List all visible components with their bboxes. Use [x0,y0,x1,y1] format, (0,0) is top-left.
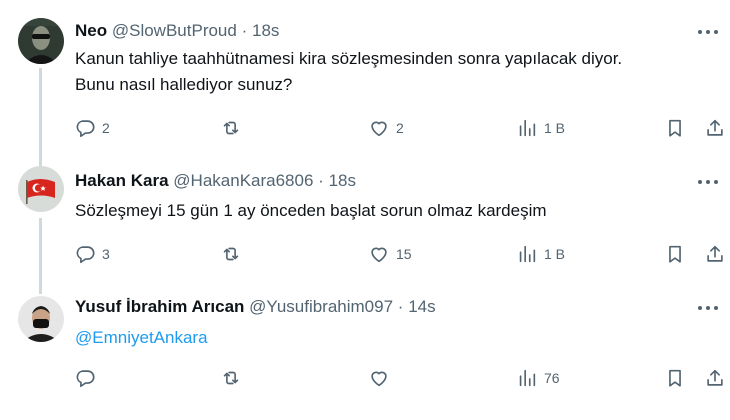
like-button[interactable]: 15 [368,242,412,266]
tweet-text: Kanun tahliye taahhütnamesi kira sözleşm… [75,46,715,98]
separator-dot: · [397,297,404,316]
like-button[interactable]: 2 [368,116,404,140]
bookmark-button[interactable] [664,242,686,266]
tweet-text-line: Sözleşmeyi 15 gün 1 ay önceden başlat so… [75,201,547,220]
action-bar: 2 2 1 B [0,116,730,140]
reply-count: 2 [102,120,110,136]
tweet-text: Sözleşmeyi 15 gün 1 ay önceden başlat so… [75,198,715,224]
reply-button[interactable]: 3 [74,242,110,266]
reply-icon [76,120,95,138]
views-button[interactable]: 76 [516,366,560,390]
reply-button[interactable] [74,366,102,390]
views-icon [519,369,536,387]
timestamp[interactable]: 18s [329,171,356,190]
timestamp[interactable]: 14s [408,297,435,316]
retweet-icon [223,371,239,385]
views-button[interactable]: 1 B [516,116,565,140]
tweet-hakan-kara[interactable]: Hakan Kara @HakanKara6806 · 18s Sözleşme… [0,160,730,280]
mention-link[interactable]: @EmniyetAnkara [75,328,208,347]
more-icon[interactable] [698,174,718,190]
share-icon [707,119,723,136]
views-icon [519,119,536,137]
user-handle[interactable]: @SlowButProud [112,21,237,40]
user-handle[interactable]: @Yusufibrahim097 [249,297,393,316]
tweet-neo[interactable]: Neo @SlowButProud · 18s Kanun tahliye ta… [0,0,730,160]
like-icon [371,247,387,263]
bookmark-icon [669,119,681,137]
bookmark-button[interactable] [664,116,686,140]
retweet-button[interactable] [220,116,248,140]
tweet-header: Hakan Kara @HakanKara6806 · 18s [75,170,356,192]
thread-line [39,68,42,170]
reply-button[interactable]: 2 [74,116,110,140]
more-icon[interactable] [698,300,718,316]
view-count: 1 B [544,246,566,262]
display-name[interactable]: Yusuf İbrahim Arıcan [75,297,244,316]
tweet-header: Neo @SlowButProud · 18s [75,20,279,42]
separator-dot: · [241,21,248,40]
tweet-yusuf-ibrahim-arican[interactable]: Yusuf İbrahim Arıcan @Yusufibrahim097 · … [0,280,730,420]
share-button[interactable] [704,116,726,140]
views-button[interactable]: 1 B [516,242,565,266]
bookmark-icon [669,369,681,387]
retweet-icon [223,247,239,261]
retweet-button[interactable] [220,366,248,390]
action-bar: 76 [0,366,730,390]
like-count: 2 [396,120,404,136]
reply-icon [76,370,95,388]
avatar[interactable] [18,18,64,64]
retweet-button[interactable] [220,242,248,266]
share-icon [707,369,723,386]
display-name[interactable]: Hakan Kara [75,171,169,190]
view-count: 1 B [544,120,566,136]
action-bar: 3 15 1 B [0,242,730,266]
timestamp[interactable]: 18s [252,21,279,40]
reply-icon [76,246,95,264]
display-name[interactable]: Neo [75,21,107,40]
share-icon [707,245,723,262]
bookmark-icon [669,245,681,263]
tweet-text-line: Bunu nasıl hallediyor sunuz? [75,75,293,94]
tweet-text: @EmniyetAnkara [75,325,715,351]
view-count: 76 [544,370,560,386]
share-button[interactable] [704,242,726,266]
like-button[interactable] [368,366,396,390]
tweet-header: Yusuf İbrahim Arıcan @Yusufibrahim097 · … [75,296,436,318]
views-icon [519,245,536,263]
avatar[interactable] [18,166,64,212]
more-icon[interactable] [698,24,718,40]
share-button[interactable] [704,366,726,390]
separator-dot: · [318,171,324,190]
avatar[interactable] [18,296,64,342]
like-count: 15 [396,246,412,262]
tweet-text-line: Kanun tahliye taahhütnamesi kira sözleşm… [75,49,623,68]
user-handle[interactable]: @HakanKara6806 [173,171,313,190]
bookmark-button[interactable] [664,366,686,390]
like-icon [371,121,387,137]
like-icon [371,371,387,387]
reply-count: 3 [102,246,110,262]
retweet-icon [223,121,239,135]
